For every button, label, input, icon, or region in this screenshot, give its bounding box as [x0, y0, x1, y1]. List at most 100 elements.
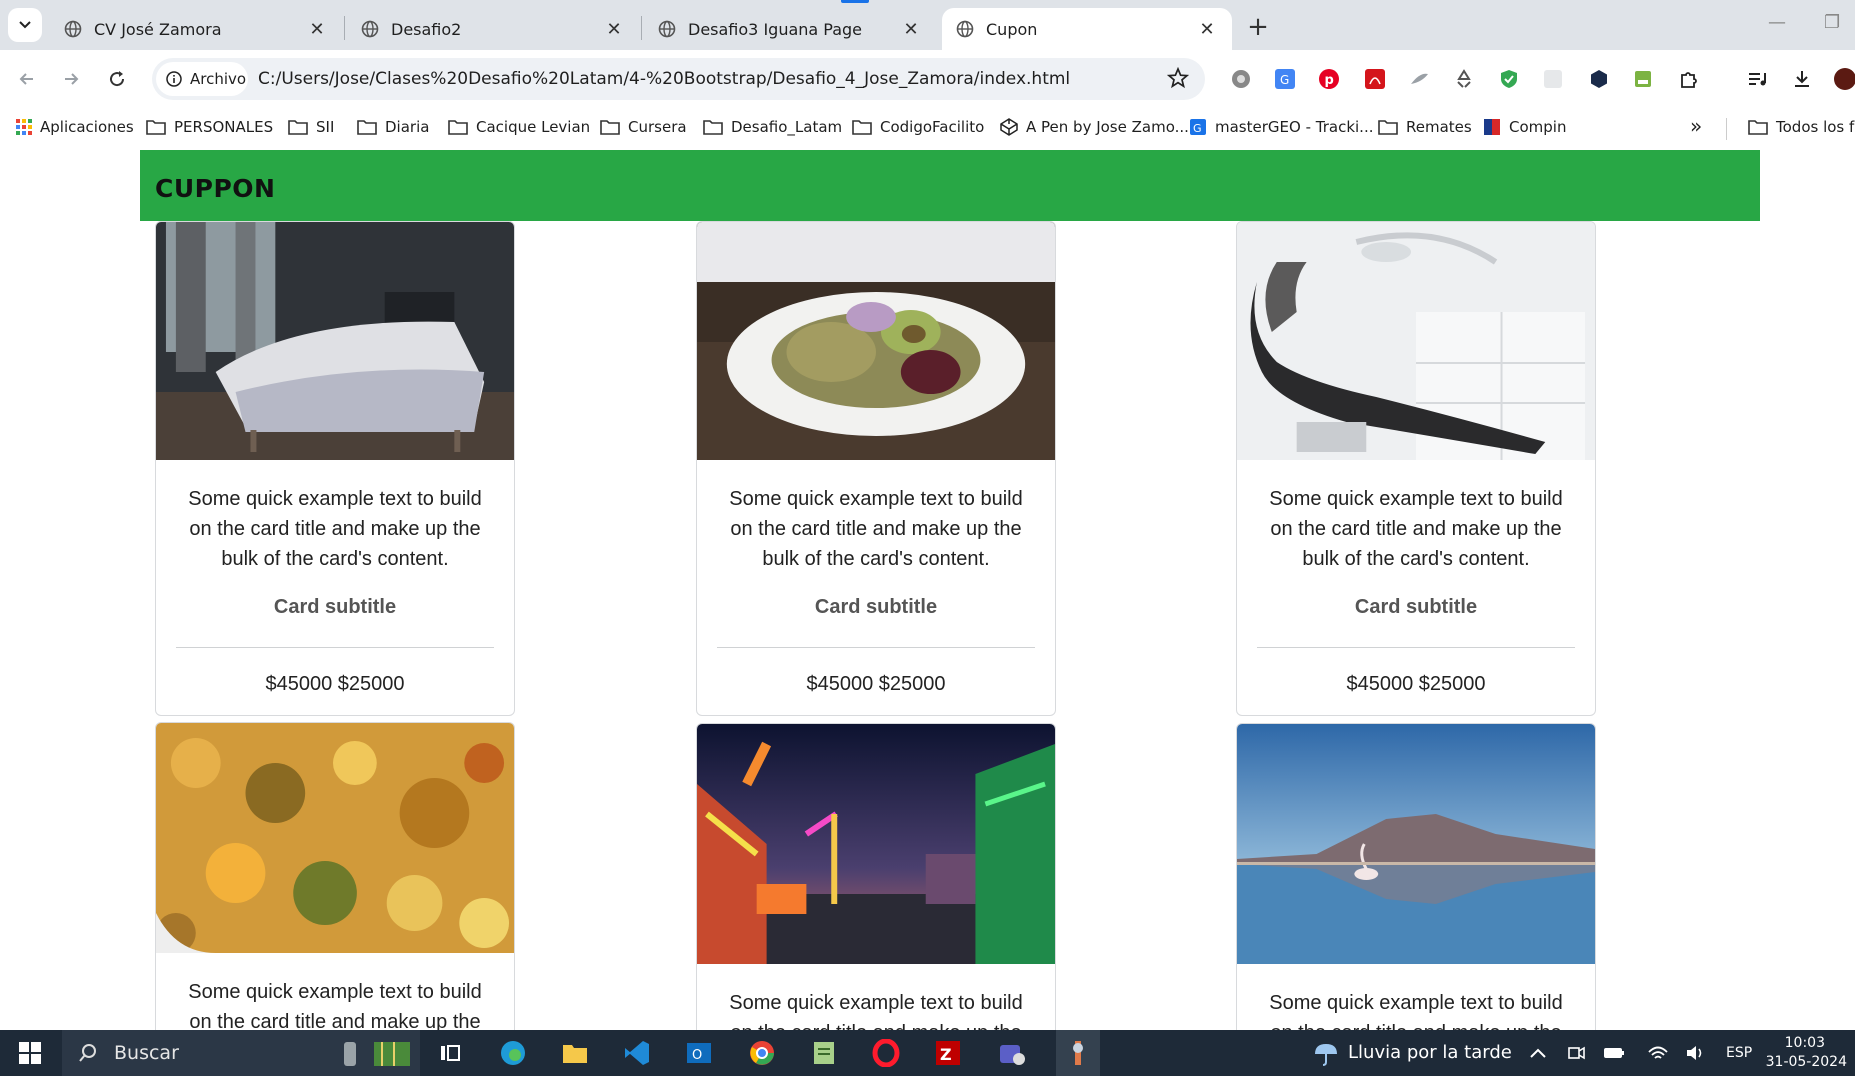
tab-cupon[interactable]: Cupon ✕: [942, 8, 1232, 50]
weather-text[interactable]: Lluvia por la tarde: [1348, 1042, 1512, 1063]
arrow-right-icon: [65, 73, 79, 85]
address-bar[interactable]: Archivo C:/Users/Jose/Clases%20Desafio%2…: [152, 58, 1205, 100]
chrome-icon[interactable]: [746, 1037, 778, 1069]
bookmark-folder-cursera[interactable]: Cursera: [600, 118, 687, 136]
bookmark-label: Cacique Levian: [476, 118, 591, 136]
windows-start-icon[interactable]: [14, 1037, 46, 1069]
battery-widget-icon[interactable]: [330, 1037, 370, 1069]
profile-avatar-icon[interactable]: [1832, 66, 1855, 92]
coupon-card: Some quick example text to build on the …: [155, 722, 515, 1030]
maximize-icon[interactable]: ❐: [1824, 12, 1840, 33]
coupon-card: Some quick example text to build on the …: [1236, 221, 1596, 716]
extensions-puzzle-icon[interactable]: [1676, 66, 1702, 92]
bookmark-label: Compin: [1509, 118, 1567, 136]
tab-desafio2[interactable]: Desafio2 ✕: [347, 8, 639, 50]
notepad-plus-icon[interactable]: [808, 1037, 840, 1069]
bookmarks-overflow-button[interactable]: »: [1690, 114, 1702, 138]
system-clock[interactable]: 10:03 31-05-2024: [1766, 1034, 1847, 1072]
forward-button[interactable]: [56, 64, 86, 94]
brand-logo-text[interactable]: CUPPON: [155, 174, 275, 203]
info-icon: [166, 71, 182, 87]
reload-button[interactable]: [102, 64, 132, 94]
battery-icon[interactable]: [1598, 1037, 1630, 1069]
card-divider: [1257, 647, 1575, 648]
bookmark-apps[interactable]: Aplicaciones: [16, 118, 134, 136]
tab-title: Desafio3 Iguana Page: [688, 19, 863, 39]
site-info-chip[interactable]: Archivo: [156, 62, 248, 96]
volume-icon[interactable]: [1680, 1037, 1712, 1069]
clock-time: 10:03: [1784, 1035, 1825, 1051]
media-control-icon[interactable]: [1744, 66, 1770, 92]
bookmark-folder-remates[interactable]: Remates: [1378, 118, 1472, 136]
pinterest-icon[interactable]: p: [1316, 66, 1342, 92]
active-tab-indicator: [841, 0, 869, 3]
site-chip-label: Archivo: [190, 70, 247, 88]
weather-rain-icon[interactable]: [1310, 1037, 1342, 1069]
shield-extension-icon[interactable]: [1496, 66, 1522, 92]
close-tab-icon[interactable]: ✕: [1196, 18, 1218, 40]
bookmark-folder-all[interactable]: Todos los fa: [1748, 118, 1855, 136]
google-translate-icon[interactable]: G: [1272, 66, 1298, 92]
outlook-icon[interactable]: O: [683, 1037, 715, 1069]
meet-now-icon[interactable]: [1560, 1037, 1592, 1069]
globe-icon: [658, 20, 676, 38]
tab-cv-jose-zamora[interactable]: CV José Zamora ✕: [50, 8, 342, 50]
url-text[interactable]: C:/Users/Jose/Clases%20Desafio%20Latam/4…: [258, 69, 1070, 89]
minimize-icon[interactable]: —: [1768, 12, 1786, 33]
task-view-icon[interactable]: [434, 1037, 466, 1069]
tab-title: CV José Zamora: [94, 19, 222, 39]
bookmark-folder-desafio-latam[interactable]: Desafio_Latam: [703, 118, 842, 136]
bookmark-folder-codigofacilito[interactable]: CodigoFacilito: [852, 118, 984, 136]
bookmark-label: SII: [316, 118, 335, 136]
download-icon[interactable]: [1789, 66, 1815, 92]
xml-extension-icon[interactable]: [1630, 66, 1656, 92]
salad-photo: [697, 222, 1055, 460]
bookmark-folder-cacique-levian[interactable]: Cacique Levian: [448, 118, 590, 136]
navbar: CUPPON: [140, 150, 1760, 221]
recycle-extension-icon[interactable]: [1451, 66, 1477, 92]
folder-icon: [1378, 120, 1398, 135]
chevron-up-icon[interactable]: [1522, 1037, 1554, 1069]
bookmark-label: Diaria: [385, 118, 430, 136]
folder-icon: [852, 120, 872, 135]
bookmark-label: Desafio_Latam: [731, 118, 843, 136]
tab-search-button[interactable]: [8, 8, 42, 42]
card-divider: [717, 647, 1035, 648]
new-tab-button[interactable]: +: [1243, 12, 1273, 42]
card-text: Some quick example text to build on the …: [1269, 488, 1563, 570]
blank-extension-icon[interactable]: [1540, 66, 1566, 92]
teams-icon[interactable]: [995, 1037, 1027, 1069]
language-indicator[interactable]: ESP: [1726, 1045, 1752, 1061]
active-app-icon[interactable]: [1056, 1030, 1100, 1076]
tab-desafio3[interactable]: Desafio3 Iguana Page ✕: [644, 8, 936, 50]
dental-chair-photo: [1237, 222, 1595, 460]
coupon-card: Some quick example text to build on the …: [155, 221, 515, 716]
close-tab-icon[interactable]: ✕: [306, 18, 328, 40]
bookmark-folder-sii[interactable]: SII: [288, 118, 334, 136]
opera-icon[interactable]: [870, 1037, 902, 1069]
wifi-icon[interactable]: [1642, 1037, 1674, 1069]
close-tab-icon[interactable]: ✕: [603, 18, 625, 40]
bookmark-label: A Pen by Jose Zamo...: [1026, 118, 1189, 136]
card-text: Some quick example text to build on the …: [188, 981, 482, 1030]
maps-widget-icon[interactable]: [370, 1037, 414, 1069]
vscode-icon[interactable]: [621, 1037, 653, 1069]
close-tab-icon[interactable]: ✕: [900, 18, 922, 40]
reload-icon: [110, 71, 125, 87]
bookmark-label: Todos los fa: [1776, 118, 1855, 136]
bookmark-mastergeo[interactable]: G masterGEO - Tracki...: [1189, 118, 1373, 136]
filezilla-icon[interactable]: Z: [932, 1037, 964, 1069]
file-explorer-icon[interactable]: [559, 1037, 591, 1069]
bookmark-star-icon[interactable]: [1166, 66, 1190, 93]
bookmark-codepen[interactable]: A Pen by Jose Zamo...: [1000, 118, 1189, 136]
hexagon-extension-icon[interactable]: [1586, 66, 1612, 92]
edge-icon[interactable]: [497, 1037, 529, 1069]
bookmark-folder-diaria[interactable]: Diaria: [357, 118, 429, 136]
bookmark-folder-personales[interactable]: PERSONALES: [146, 118, 273, 136]
acrobat-icon[interactable]: [1362, 66, 1388, 92]
feather-extension-icon[interactable]: [1406, 66, 1432, 92]
back-button[interactable]: [12, 64, 42, 94]
extension-gear-icon[interactable]: [1228, 66, 1254, 92]
globe-icon: [361, 20, 379, 38]
bookmark-compin[interactable]: Compin: [1483, 118, 1566, 136]
